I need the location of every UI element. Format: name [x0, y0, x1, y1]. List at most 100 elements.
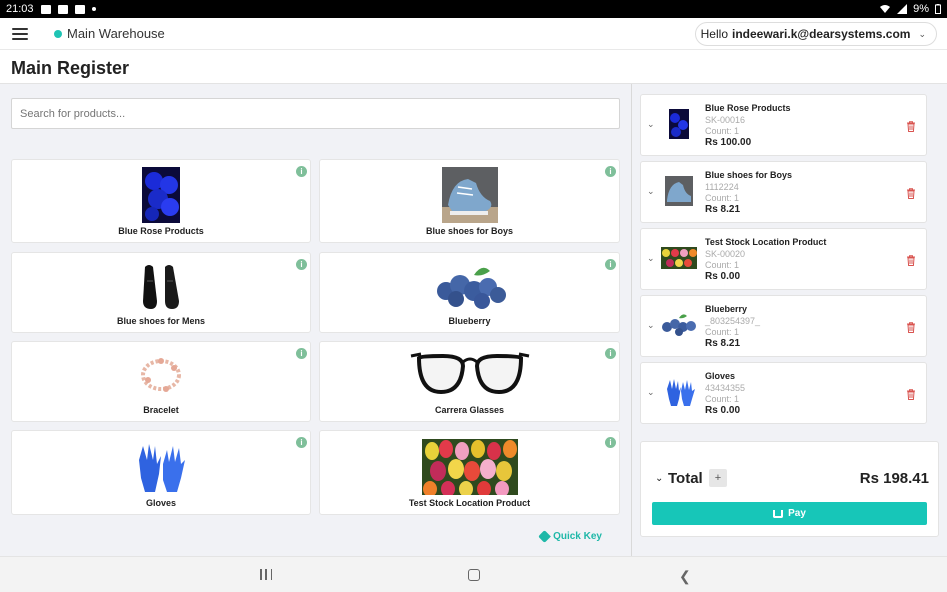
- chevron-down-icon[interactable]: ⌄: [647, 320, 655, 331]
- product-image: [436, 267, 506, 309]
- cart-item-thumbnail: [665, 176, 693, 206]
- wifi-icon: [880, 5, 891, 13]
- product-name: Blue shoes for Mens: [116, 316, 206, 326]
- menu-icon[interactable]: [12, 27, 28, 40]
- product-image: [410, 352, 529, 395]
- page-title: Main Register: [11, 58, 130, 78]
- info-icon[interactable]: i: [296, 348, 307, 359]
- cart-item-name: Gloves: [705, 371, 736, 381]
- product-card[interactable]: i Carrera Glasses: [319, 341, 620, 422]
- trash-icon[interactable]: [906, 188, 916, 199]
- cart-panel: ⌄ Blue Rose Products SK-00016 Count: 1 R…: [632, 84, 947, 556]
- cart-item-price: Rs 0.00: [705, 405, 741, 416]
- status-time: 21:03: [6, 3, 34, 15]
- trash-icon[interactable]: [906, 121, 916, 132]
- cart-item-thumbnail: [661, 247, 697, 269]
- cart-item-thumbnail: [662, 314, 696, 336]
- product-name: Gloves: [145, 498, 176, 508]
- info-icon[interactable]: i: [296, 437, 307, 448]
- trash-icon[interactable]: [906, 389, 916, 400]
- product-name: Carrera Glasses: [434, 405, 505, 415]
- product-image: [142, 167, 180, 223]
- chevron-down-icon[interactable]: ⌄: [647, 186, 655, 197]
- product-card[interactable]: i Gloves: [11, 430, 311, 515]
- cart-item[interactable]: ⌄ Gloves 43434355 Count: 1 Rs 0.00: [640, 362, 927, 424]
- quick-key-label: Quick Key: [553, 531, 602, 542]
- cart-item[interactable]: ⌄ Blue shoes for Boys 1112224 Count: 1 R…: [640, 161, 927, 223]
- cart-item-name: Blue Rose Products: [705, 103, 791, 113]
- notification-dot-icon: [91, 7, 96, 11]
- cart-item-sku: SK-00016: [705, 115, 746, 125]
- home-icon[interactable]: [468, 569, 480, 581]
- chevron-down-icon[interactable]: ⌄: [647, 119, 655, 130]
- product-image: [139, 444, 185, 492]
- gallery-icon: [40, 4, 51, 14]
- back-icon[interactable]: ❮: [679, 568, 691, 585]
- cart-item-price: Rs 8.21: [705, 338, 741, 349]
- chevron-down-icon[interactable]: ⌄: [647, 387, 655, 398]
- info-icon[interactable]: i: [605, 437, 616, 448]
- chevron-down-icon: ⌄: [918, 28, 926, 39]
- product-card[interactable]: i Bracelet: [11, 341, 311, 422]
- product-card[interactable]: i Blueberry: [319, 252, 620, 333]
- cart-item[interactable]: ⌄ Test Stock Location Product SK-00020 C…: [640, 228, 927, 290]
- cart-item[interactable]: ⌄ Blueberry _803254397_ Count: 1 Rs 8.21: [640, 295, 927, 357]
- add-discount-button[interactable]: +: [709, 469, 727, 487]
- product-card[interactable]: i Test Stock Location Product: [319, 430, 620, 515]
- cart-item-sku: SK-00020: [705, 249, 746, 259]
- info-icon[interactable]: i: [296, 259, 307, 270]
- greeting: Hello: [700, 27, 728, 41]
- cart-item-price: Rs 0.00: [705, 271, 741, 282]
- title-bar: Main Register: [0, 51, 947, 84]
- recent-apps-icon[interactable]: [260, 569, 272, 580]
- product-name: Test Stock Location Product: [408, 498, 531, 508]
- product-card[interactable]: i Blue Rose Products: [11, 159, 311, 243]
- location-name[interactable]: Main Warehouse: [67, 26, 165, 41]
- total-amount: Rs 198.41: [859, 470, 929, 487]
- cart-item-count: Count: 1: [705, 260, 740, 270]
- product-name: Bracelet: [143, 405, 179, 415]
- product-name: Blue Rose Products: [118, 226, 204, 236]
- cart-item-price: Rs 100.00: [705, 137, 752, 148]
- chevron-down-icon[interactable]: ⌄: [647, 253, 655, 264]
- cart-item-thumbnail: [669, 109, 689, 139]
- trash-icon[interactable]: [906, 322, 916, 333]
- product-card[interactable]: i Blue shoes for Mens: [11, 252, 311, 333]
- chevron-down-icon[interactable]: ⌄: [655, 473, 663, 484]
- cart-item-count: Count: 1: [705, 327, 740, 337]
- cart-item-price: Rs 8.21: [705, 204, 741, 215]
- battery-level: 9%: [913, 3, 929, 15]
- user-email: indeewari.k@dearsystems.com: [732, 27, 911, 41]
- product-card[interactable]: i Blue shoes for Boys: [319, 159, 620, 243]
- cart-item-name: Blueberry: [705, 304, 748, 314]
- cart-item[interactable]: ⌄ Blue Rose Products SK-00016 Count: 1 R…: [640, 94, 927, 156]
- status-bar: 21:03 9%: [0, 0, 947, 18]
- battery-icon: [935, 4, 941, 14]
- quick-key-button[interactable]: Quick Key: [538, 530, 602, 543]
- cart-item-thumbnail: [667, 379, 695, 406]
- mail-icon: [57, 4, 68, 14]
- product-image: [143, 265, 179, 309]
- system-nav-bar: ❮: [0, 556, 947, 592]
- top-bar: Main Warehouse Hello indeewari.k@dearsys…: [0, 18, 947, 50]
- total-section: ⌄ Total + Rs 198.41 Pay: [640, 441, 939, 537]
- info-icon[interactable]: i: [605, 348, 616, 359]
- trash-icon[interactable]: [906, 255, 916, 266]
- pay-button[interactable]: Pay: [652, 502, 927, 525]
- weather-icon: [74, 4, 85, 14]
- cart-item-count: Count: 1: [705, 193, 740, 203]
- location-status-icon: [54, 29, 62, 38]
- info-icon[interactable]: i: [296, 166, 307, 177]
- cart-item-sku: 43434355: [705, 383, 746, 393]
- product-name: Blue shoes for Boys: [425, 226, 514, 236]
- cart-item-sku: 1112224: [705, 182, 739, 192]
- cart-item-count: Count: 1: [705, 394, 740, 404]
- total-label[interactable]: Total: [668, 470, 703, 487]
- search-input[interactable]: [11, 98, 620, 129]
- info-icon[interactable]: i: [605, 259, 616, 270]
- info-icon[interactable]: i: [605, 166, 616, 177]
- cart-item-name: Test Stock Location Product: [705, 237, 827, 247]
- cart-icon: [773, 509, 784, 518]
- cart-item-sku: _803254397_: [705, 316, 761, 326]
- user-menu[interactable]: Hello indeewari.k@dearsystems.com ⌄: [694, 22, 937, 46]
